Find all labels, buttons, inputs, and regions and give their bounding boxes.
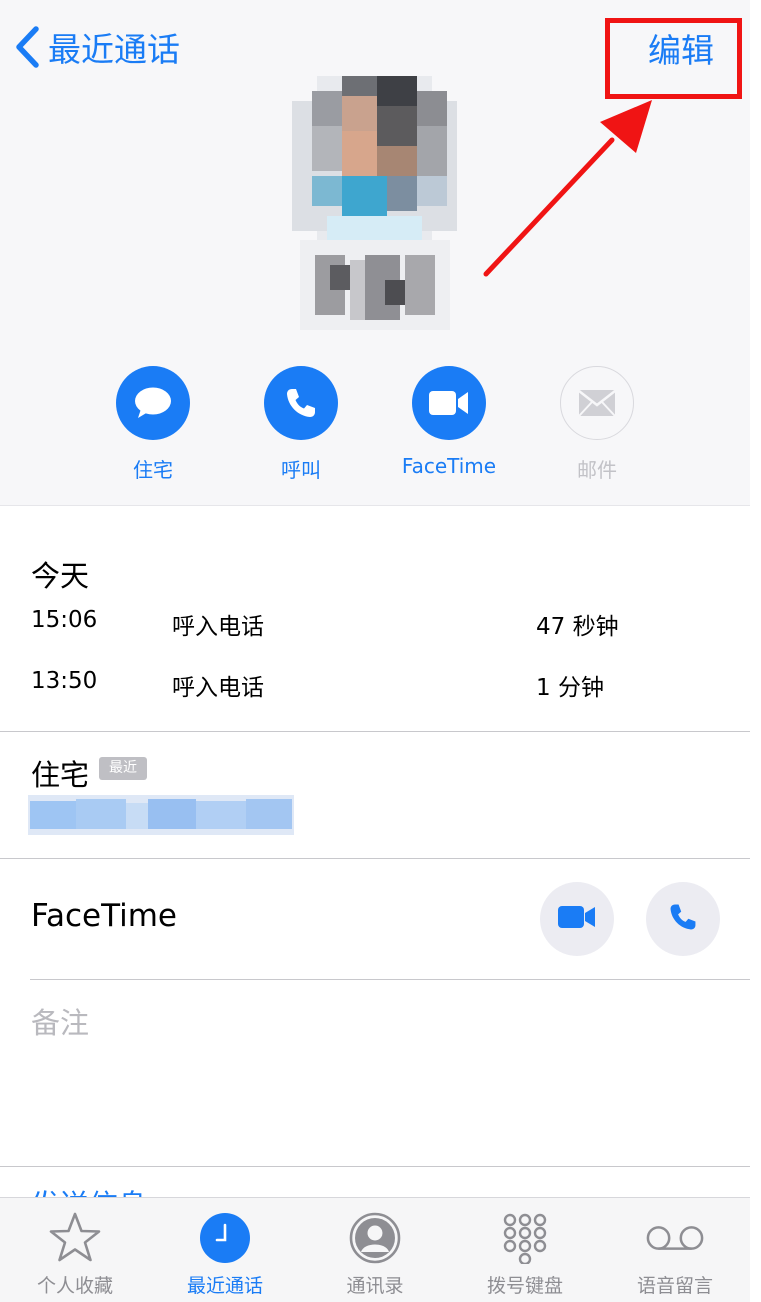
tab-bar: 个人收藏 最近通话 通讯录 拨号键盘 语音留言 bbox=[0, 1197, 750, 1302]
tab-label: 个人收藏 bbox=[36, 1275, 113, 1297]
call-action[interactable]: 呼叫 bbox=[241, 366, 361, 483]
call-duration: 1 分钟 bbox=[536, 675, 604, 701]
message-action-label: 住宅 bbox=[133, 458, 173, 482]
phone-icon bbox=[667, 901, 699, 937]
contacts-icon bbox=[345, 1210, 405, 1266]
tab-contacts[interactable]: 通讯录 bbox=[300, 1198, 450, 1302]
video-icon bbox=[557, 904, 597, 934]
back-label: 最近通话 bbox=[48, 30, 180, 69]
section-divider bbox=[0, 1166, 750, 1167]
recents-date-title: 今天 bbox=[31, 559, 90, 593]
annotation-highlight-box bbox=[605, 18, 742, 99]
notes-field[interactable]: 备注 bbox=[31, 1000, 89, 1042]
phone-label: 住宅 bbox=[31, 758, 90, 792]
facetime-action-label: FaceTime bbox=[401, 454, 497, 478]
chevron-left-icon bbox=[14, 25, 40, 69]
section-divider bbox=[0, 731, 750, 732]
facetime-action[interactable]: FaceTime bbox=[389, 366, 509, 478]
tab-label: 语音留言 bbox=[636, 1275, 713, 1297]
tab-label: 最近通话 bbox=[186, 1275, 263, 1297]
call-time: 13:50 bbox=[31, 668, 98, 694]
call-log-row: 15:06 呼入电话 47 秒钟 bbox=[0, 607, 750, 647]
call-duration: 47 秒钟 bbox=[536, 614, 619, 640]
call-time: 15:06 bbox=[31, 607, 98, 633]
tab-keypad[interactable]: 拨号键盘 bbox=[450, 1198, 600, 1302]
mail-icon bbox=[560, 366, 634, 440]
keypad-icon bbox=[495, 1210, 555, 1266]
phone-number-redacted bbox=[28, 795, 294, 835]
facetime-label: FaceTime bbox=[31, 898, 177, 934]
voicemail-icon bbox=[645, 1210, 705, 1266]
call-action-label: 呼叫 bbox=[281, 458, 321, 482]
mail-action: 邮件 bbox=[537, 366, 657, 483]
recent-badge: 最近 bbox=[99, 757, 147, 780]
header-divider bbox=[0, 505, 750, 506]
quick-actions: 住宅 呼叫 FaceTime 邮件 bbox=[0, 366, 750, 486]
message-icon bbox=[116, 366, 190, 440]
call-type: 呼入电话 bbox=[172, 675, 264, 701]
contact-header: 最近通话 编辑 住宅 呼叫 FaceTime 邮件 bbox=[0, 0, 750, 505]
tab-voicemail[interactable]: 语音留言 bbox=[600, 1198, 750, 1302]
star-icon bbox=[45, 1210, 105, 1266]
facetime-audio-button[interactable] bbox=[646, 882, 720, 956]
call-log-row: 13:50 呼入电话 1 分钟 bbox=[0, 668, 750, 708]
clock-icon bbox=[195, 1210, 255, 1266]
tab-favorites[interactable]: 个人收藏 bbox=[0, 1198, 150, 1302]
facetime-video-button[interactable] bbox=[540, 882, 614, 956]
contact-name-redacted bbox=[300, 240, 450, 330]
back-button[interactable]: 最近通话 bbox=[14, 22, 180, 72]
section-divider bbox=[0, 858, 750, 859]
phone-icon bbox=[264, 366, 338, 440]
avatar[interactable] bbox=[277, 76, 472, 251]
video-icon bbox=[412, 366, 486, 440]
call-type: 呼入电话 bbox=[172, 614, 264, 640]
tab-label: 通讯录 bbox=[346, 1275, 404, 1297]
tab-recents[interactable]: 最近通话 bbox=[150, 1198, 300, 1302]
section-divider bbox=[30, 979, 750, 980]
tab-label: 拨号键盘 bbox=[486, 1275, 563, 1297]
message-action[interactable]: 住宅 bbox=[93, 366, 213, 483]
mail-action-label: 邮件 bbox=[577, 458, 617, 482]
